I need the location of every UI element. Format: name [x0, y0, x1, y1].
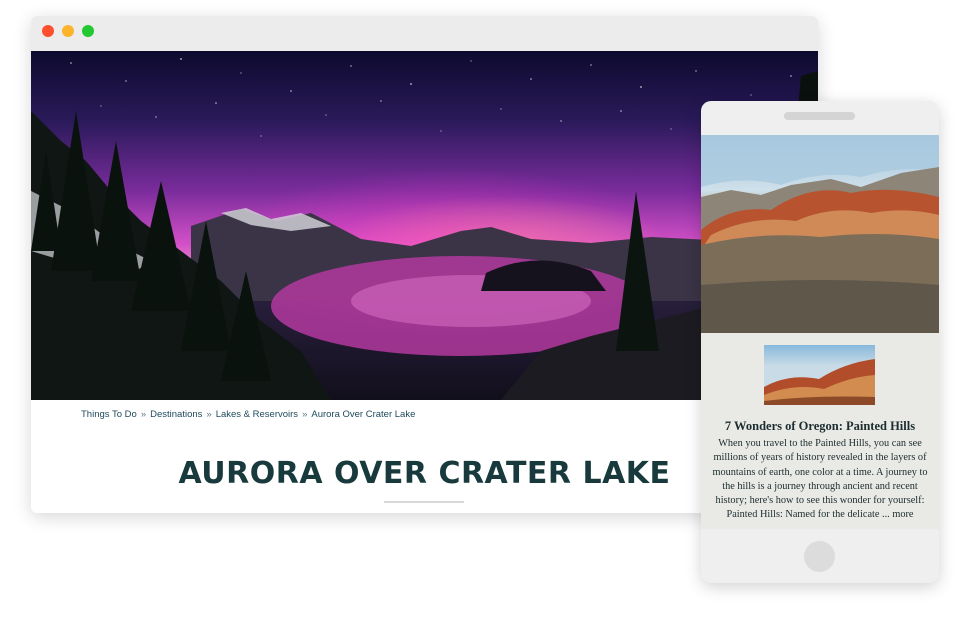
card-thumbnail-image[interactable]	[764, 345, 875, 405]
breadcrumb-separator: »	[206, 409, 212, 420]
breadcrumb-link-destinations[interactable]: Destinations	[150, 409, 202, 420]
breadcrumb: Things To Do» Destinations» Lakes & Reserv…	[81, 409, 415, 420]
mobile-phone-mockup: 7 Wonders of Oregon: Painted Hills When …	[701, 101, 939, 583]
painted-hills-hero-image	[701, 135, 939, 333]
card-body-text: When you travel to the Painted Hills, yo…	[712, 438, 928, 521]
window-maximize-button[interactable]	[82, 25, 94, 37]
browser-titlebar	[31, 16, 818, 51]
page-title: AURORA OVER CRATER LAKE	[178, 456, 671, 491]
title-divider	[384, 501, 464, 503]
card-title[interactable]: 7 Wonders of Oregon: Painted Hills	[701, 419, 939, 434]
breadcrumb-link-lakes-reservoirs[interactable]: Lakes & Reservoirs	[216, 409, 298, 420]
phone-screen: 7 Wonders of Oregon: Painted Hills When …	[701, 135, 939, 529]
breadcrumb-link-things-to-do[interactable]: Things To Do	[81, 409, 137, 420]
window-close-button[interactable]	[42, 25, 54, 37]
painted-hills-landscape	[701, 135, 939, 333]
breadcrumb-separator: »	[140, 409, 147, 420]
phone-home-button[interactable]	[804, 541, 835, 572]
breadcrumb-separator: »	[302, 409, 308, 420]
breadcrumb-current-page: Aurora Over Crater Lake	[311, 409, 416, 420]
thumbnail-hills	[764, 359, 875, 405]
window-minimize-button[interactable]	[62, 25, 74, 37]
desktop-browser-window: Things To Do» Destinations» Lakes & Reserv…	[31, 16, 818, 513]
hero-image-aurora-crater-lake	[31, 51, 818, 400]
phone-speaker	[784, 112, 855, 120]
hero-landscape	[31, 58, 818, 400]
